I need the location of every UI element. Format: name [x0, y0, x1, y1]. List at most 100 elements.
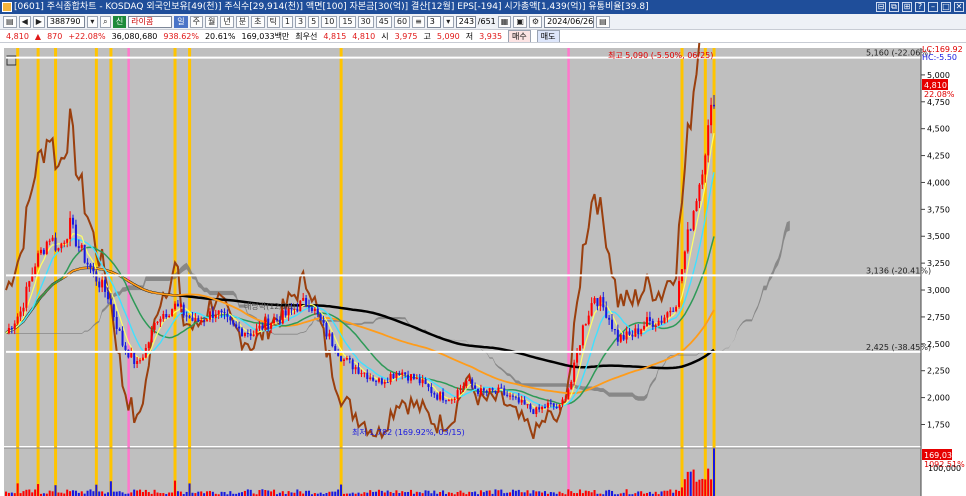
- volume-bar: [369, 490, 372, 496]
- next-icon[interactable]: ▶: [32, 15, 45, 28]
- candle-body: [322, 320, 325, 323]
- minute-button[interactable]: 1: [281, 15, 293, 28]
- minimize-icon[interactable]: –: [928, 2, 938, 12]
- volume-bar: [535, 491, 538, 496]
- volume-bar: [474, 491, 477, 496]
- volume-bar: [340, 484, 343, 496]
- quote-bar: 4,810 ▲ 870 +22.08% 36,080,680 938.62% 2…: [0, 30, 966, 43]
- candle-body: [60, 243, 63, 249]
- candle-body: [546, 402, 549, 408]
- minute-button[interactable]: 15: [339, 15, 356, 28]
- candle-body: [625, 331, 628, 340]
- volume-panel[interactable]: [4, 448, 921, 496]
- stock-code-input[interactable]: 388790: [46, 15, 85, 28]
- up-arrow-icon: ▲: [34, 31, 42, 41]
- prev-icon[interactable]: ◀: [18, 15, 31, 28]
- volume-ratio: 938.62%: [163, 31, 199, 41]
- minute-button[interactable]: 60: [393, 15, 411, 28]
- candle-body: [348, 358, 351, 360]
- search-icon[interactable]: ⌕: [99, 15, 111, 28]
- volume-label: 169,033: [924, 451, 957, 460]
- interval-input[interactable]: 3: [426, 15, 441, 28]
- volume-bar: [584, 490, 587, 496]
- candle-body: [369, 377, 372, 379]
- candle-body: [267, 318, 270, 329]
- date-input[interactable]: 2024/06/26: [544, 15, 595, 28]
- volume-bar: [686, 471, 689, 496]
- open-price: 3,975: [394, 31, 418, 41]
- count-input[interactable]: 243: [455, 15, 476, 28]
- y-tick-label: 3,750: [927, 205, 950, 214]
- y-tick-label: 3,250: [927, 259, 950, 268]
- candle-body: [37, 253, 40, 267]
- close-icon[interactable]: ✕: [954, 2, 964, 12]
- high-price: 5,090: [436, 31, 460, 41]
- volume-bar: [680, 487, 683, 496]
- y-tick-label: 3,500: [927, 232, 950, 241]
- candle-body: [278, 319, 281, 324]
- minute-button[interactable]: 45: [375, 15, 392, 28]
- candle-body: [246, 332, 249, 334]
- calendar-icon[interactable]: ▤: [596, 15, 610, 28]
- period-day-button[interactable]: 일: [174, 15, 188, 28]
- candle-body: [570, 381, 573, 390]
- minute-button[interactable]: 3: [294, 15, 307, 28]
- dropdown-icon[interactable]: ▾: [86, 15, 98, 28]
- volume-bar: [240, 492, 244, 496]
- volume-bar: [69, 491, 72, 496]
- window-control-icon[interactable]: ⧉: [889, 2, 899, 12]
- minute-button[interactable]: 30: [357, 15, 374, 28]
- volume-bar: [156, 492, 159, 496]
- volume-bar: [511, 489, 514, 496]
- volume-bar: [500, 489, 503, 496]
- menu-icon[interactable]: ▤: [3, 15, 17, 28]
- period-button[interactable]: 월: [205, 15, 219, 28]
- candle-body: [206, 319, 209, 321]
- candle-body: [503, 388, 506, 395]
- period-button[interactable]: 틱: [266, 15, 280, 28]
- minute-button[interactable]: 5: [308, 15, 320, 28]
- period-button[interactable]: 분: [235, 15, 250, 28]
- window-control-icon[interactable]: ⊞: [902, 2, 912, 12]
- window-control-icon[interactable]: ⊟: [876, 2, 886, 12]
- candle-body: [252, 334, 255, 336]
- candle-body: [57, 248, 60, 251]
- price-change: 870: [47, 31, 63, 41]
- minute-button[interactable]: 10: [321, 15, 338, 28]
- candle-body: [316, 308, 319, 315]
- buy-button[interactable]: 매수: [508, 30, 531, 42]
- volume-bar: [51, 491, 54, 496]
- period-button[interactable]: 주: [189, 15, 203, 28]
- candle-body: [48, 240, 51, 242]
- candle-body: [109, 299, 112, 305]
- volume-bar: [409, 489, 413, 496]
- dropdown-icon[interactable]: ▾: [442, 15, 454, 28]
- candle-body: [564, 399, 567, 401]
- candle-body: [506, 394, 509, 396]
- volume-bar: [71, 490, 75, 496]
- candle-body: [514, 396, 517, 398]
- maximize-icon[interactable]: □: [941, 2, 951, 12]
- stock-chart[interactable]: 3,136 (-20.41%)2,425 (-38.45%)5,160 (-22…: [0, 43, 966, 496]
- candle-body: [270, 323, 273, 329]
- settings-icon[interactable]: ≡: [412, 15, 425, 28]
- candle-body: [156, 321, 159, 324]
- help-icon[interactable]: ?: [915, 2, 925, 12]
- volume-bar: [101, 491, 104, 496]
- volume-bar: [648, 491, 651, 496]
- stock-name-field[interactable]: 라이콤: [128, 15, 173, 28]
- sell-button[interactable]: 매도: [536, 30, 560, 42]
- volume-bar: [37, 484, 40, 496]
- period-button[interactable]: 초: [251, 15, 265, 28]
- grid-icon[interactable]: ▦: [497, 15, 512, 28]
- app-icon: [2, 2, 12, 12]
- gear-icon[interactable]: ⚙: [528, 15, 543, 28]
- volume-bar: [404, 492, 407, 496]
- candle-body: [535, 407, 538, 415]
- period-button[interactable]: 년: [220, 15, 234, 28]
- volume-bar: [31, 492, 34, 496]
- volume-bar: [395, 490, 398, 496]
- volume-bar: [549, 492, 552, 496]
- y-tick-label: 5,000: [927, 71, 950, 80]
- save-icon[interactable]: ▣: [513, 15, 527, 28]
